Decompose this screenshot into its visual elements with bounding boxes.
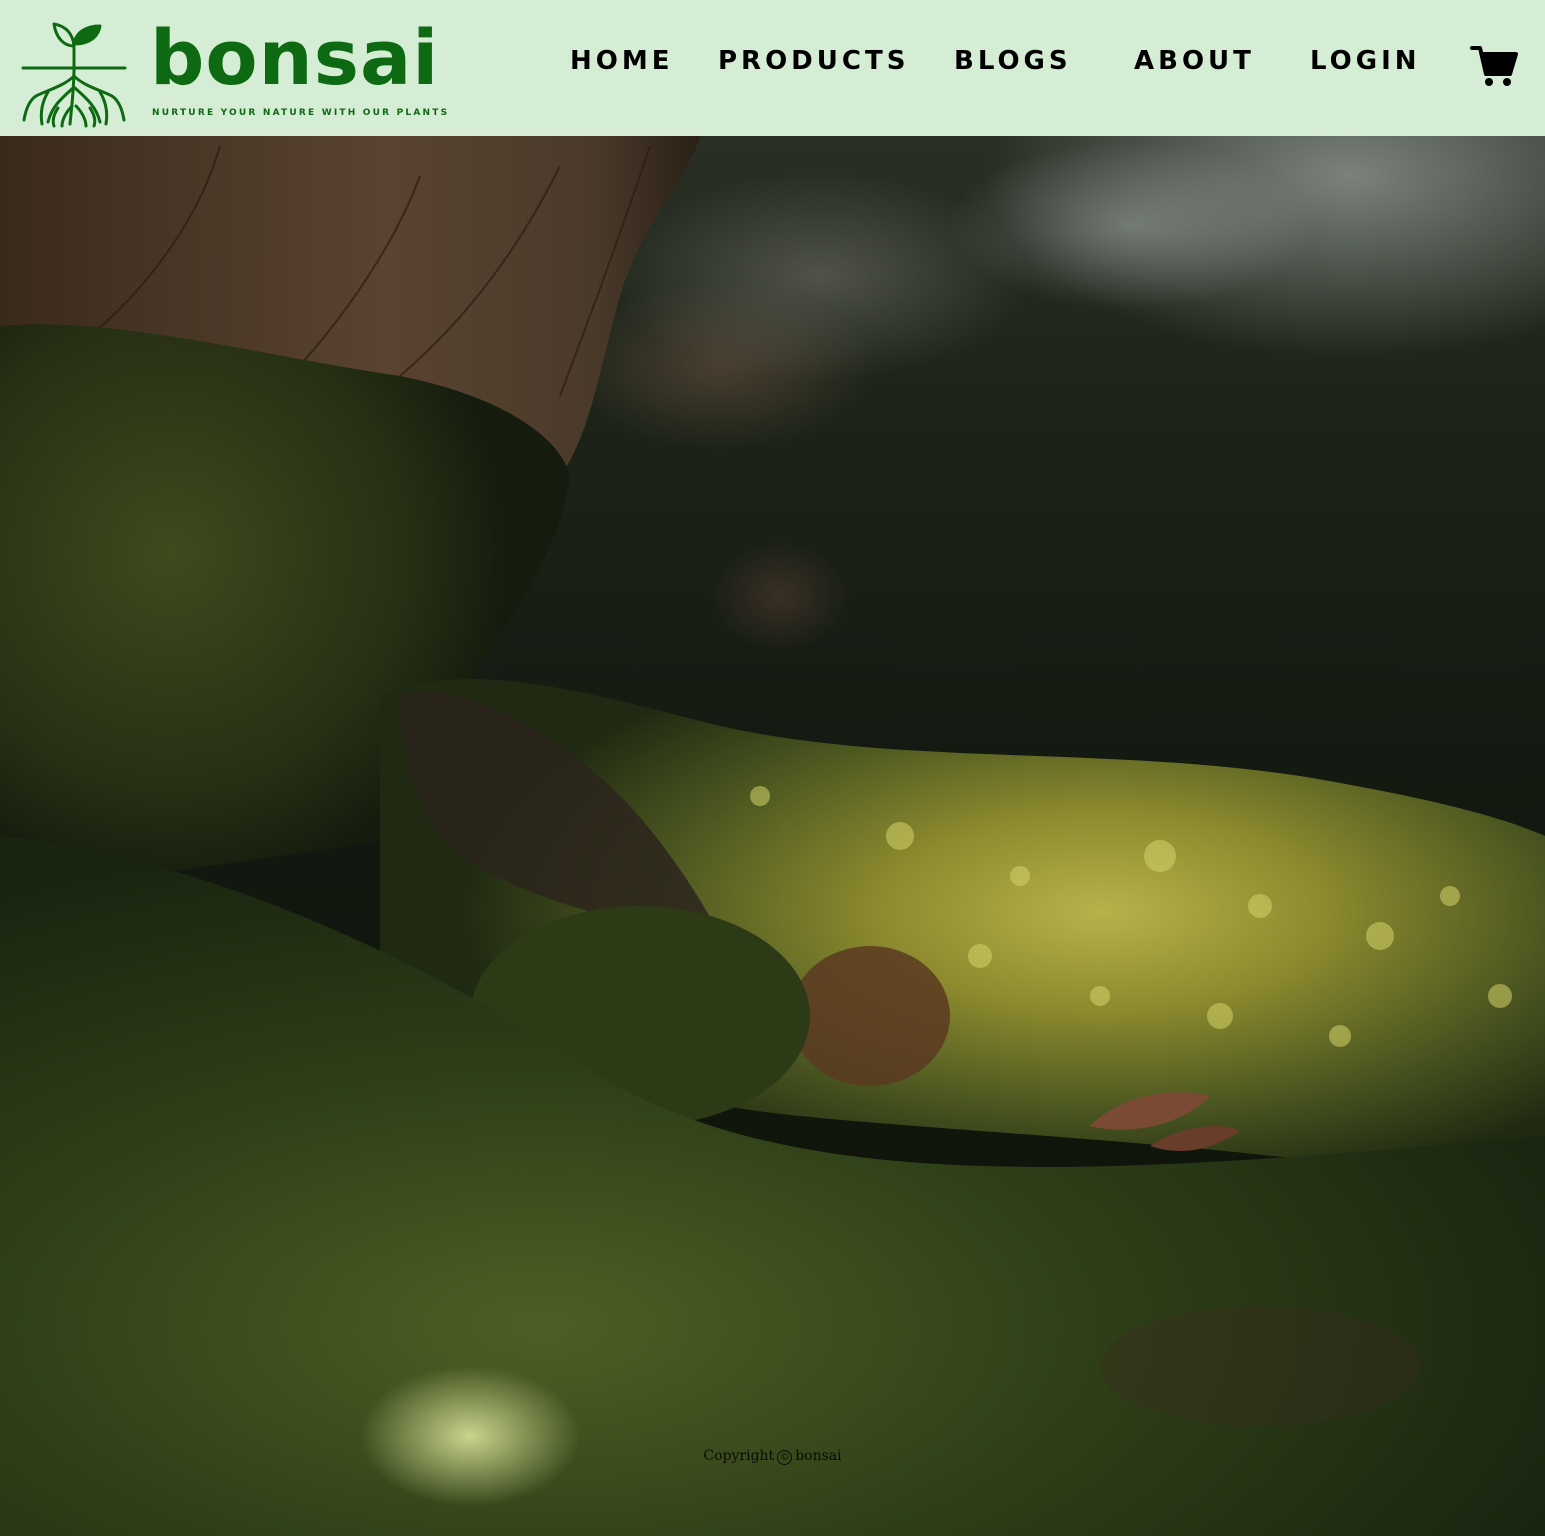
nav-about[interactable]: ABOUT (1134, 46, 1255, 76)
copyright-label: Copyright (703, 1448, 775, 1464)
nav-login[interactable]: LOGIN (1310, 46, 1421, 76)
hero-moss-image: Copyright © bonsai (0, 136, 1545, 1536)
brand-logo[interactable]: bonsai NURTURE YOUR NATURE WITH OUR PLAN… (18, 13, 447, 128)
brand-tagline: NURTURE YOUR NATURE WITH OUR PLANTS (152, 108, 450, 118)
nav-blogs[interactable]: BLOGS (954, 46, 1072, 76)
moss-scene-illustration (0, 136, 1545, 1536)
footer-copyright: Copyright © bonsai (0, 1448, 1545, 1465)
copyright-symbol: © (777, 1450, 793, 1465)
shopping-cart-icon[interactable] (1470, 44, 1518, 88)
brand-name: bonsai (150, 13, 440, 102)
nav-products[interactable]: PRODUCTS (718, 46, 909, 76)
copyright-owner: bonsai (795, 1448, 842, 1464)
site-header: bonsai NURTURE YOUR NATURE WITH OUR PLAN… (0, 0, 1545, 136)
sprout-roots-icon (21, 22, 127, 128)
page: bonsai NURTURE YOUR NATURE WITH OUR PLAN… (0, 0, 1545, 1536)
nav-home[interactable]: HOME (570, 46, 674, 76)
